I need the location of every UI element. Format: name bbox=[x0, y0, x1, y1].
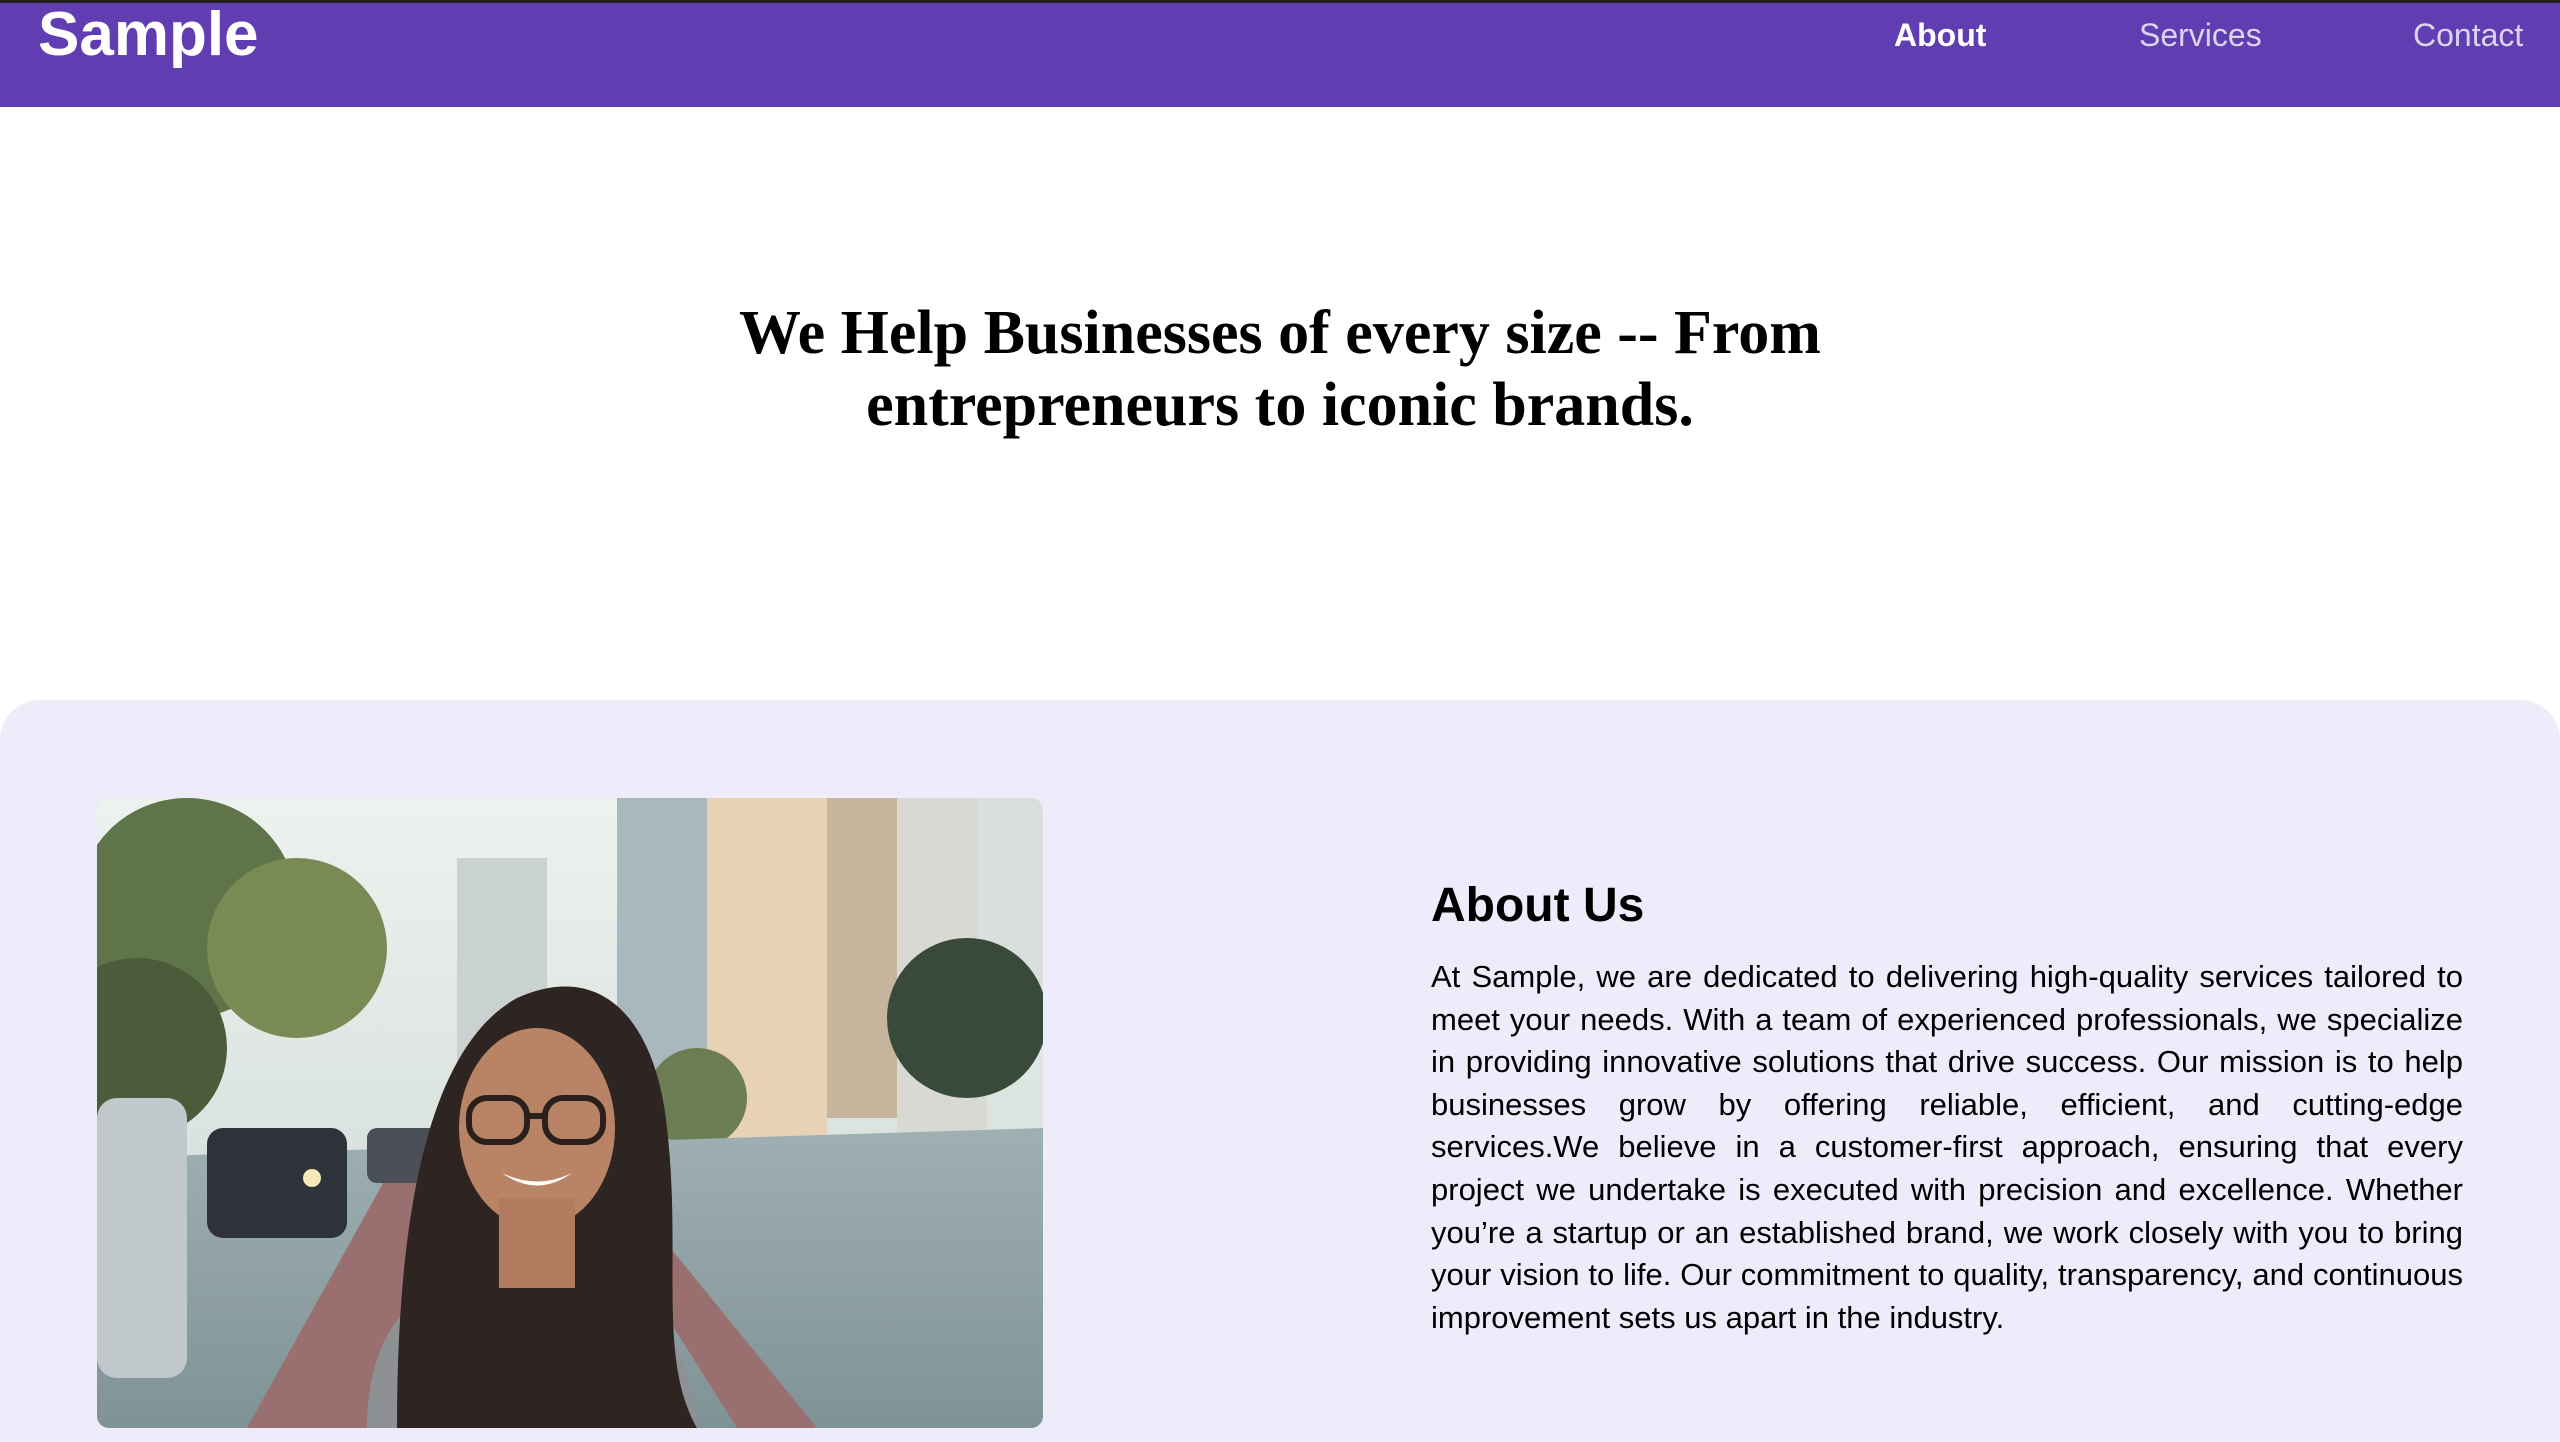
nav-link-about[interactable]: About bbox=[1894, 15, 1986, 55]
about-heading: About Us bbox=[1431, 879, 1645, 932]
about-photo bbox=[97, 798, 1043, 1428]
about-photo-illustration bbox=[97, 798, 1043, 1428]
brand-logo[interactable]: Sample bbox=[38, 3, 259, 67]
nav-link-services[interactable]: Services bbox=[2139, 15, 2262, 55]
hero-title: We Help Businesses of every size -- From… bbox=[739, 299, 1821, 439]
about-section: About Us At Sample, we are dedicated to … bbox=[0, 700, 2560, 1442]
top-navbar: Sample About Services Contact bbox=[0, 0, 2560, 107]
hero-section: We Help Businesses of every size -- From… bbox=[0, 107, 2560, 700]
about-body-text: At Sample, we are dedicated to deliverin… bbox=[1431, 959, 2463, 1335]
nav-link-contact[interactable]: Contact bbox=[2413, 15, 2523, 55]
